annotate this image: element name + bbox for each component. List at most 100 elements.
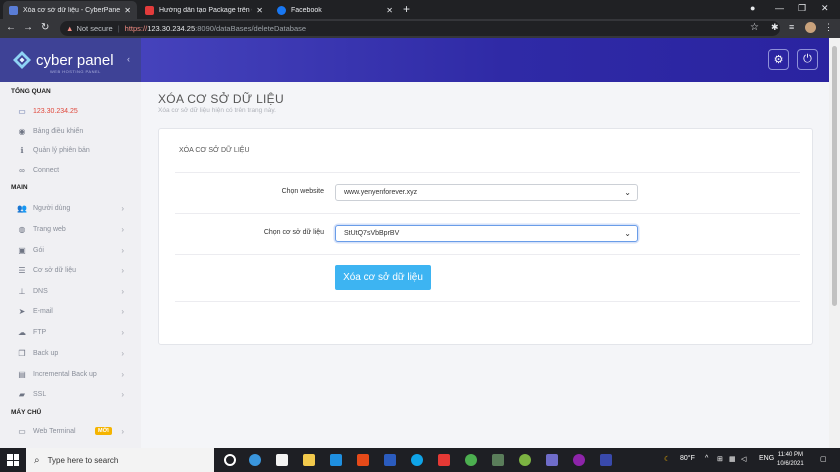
app-icon[interactable] xyxy=(600,454,612,466)
tray-chevron-icon[interactable]: ^ xyxy=(705,455,708,462)
word-icon[interactable] xyxy=(384,454,396,466)
app-icon[interactable] xyxy=(546,454,558,466)
website-label: Chọn website xyxy=(281,188,324,195)
tab-cyberpanel[interactable]: Xóa cơ sở dữ liệu - CyberPanel ✕ xyxy=(3,1,137,19)
sidebar-item-ssl[interactable]: ▰ SSL › xyxy=(17,387,132,401)
sidebar-item-ip[interactable]: ▭ 123.30.234.25 xyxy=(17,104,132,118)
sidebar-item-label: Người dùng xyxy=(33,204,71,212)
sidebar-item-connect[interactable]: ∞ Connect xyxy=(17,163,132,177)
close-tab-icon[interactable]: ✕ xyxy=(256,6,263,15)
reading-list-icon[interactable]: ≡ xyxy=(789,22,794,32)
delete-database-card: XÓA CƠ SỞ DỮ LIỆU Chọn website www.yenye… xyxy=(158,128,813,345)
record-icon[interactable]: ● xyxy=(750,3,755,13)
sidebar-item-label: FTP xyxy=(33,328,47,336)
page-title: XÓA CƠ SỞ DỮ LIỆU xyxy=(158,92,284,106)
sidebar-item-dashboard[interactable]: ◉ Bảng điều khiển xyxy=(17,124,132,138)
website-select[interactable]: www.yenyenforever.xyz ⌄ xyxy=(335,184,638,201)
volume-icon[interactable]: ◁ xyxy=(741,455,746,463)
close-tab-icon[interactable]: ✕ xyxy=(124,6,131,15)
address-toolbar: ← → ↻ ▲ Not secure | https:// 123.30.234… xyxy=(0,19,840,38)
link-icon: ∞ xyxy=(19,165,25,175)
new-tab-icon[interactable]: + xyxy=(403,2,410,16)
card-title: XÓA CƠ SỞ DỮ LIỆU xyxy=(179,147,250,154)
page-subtitle: Xóa cơ sở dữ liệu hiện có trên trang này… xyxy=(158,107,276,114)
globe-icon: ◍ xyxy=(18,224,26,234)
app-icon[interactable] xyxy=(519,454,531,466)
sidebar-item-version[interactable]: ℹ Quản lý phiên bản xyxy=(17,143,132,157)
chevron-down-icon: ⌄ xyxy=(624,188,631,197)
skype-icon[interactable] xyxy=(411,454,423,466)
tab-package-guide[interactable]: Hướng dẫn tạo Package trên Cy ✕ xyxy=(139,1,269,19)
chevron-right-icon: › xyxy=(121,203,124,213)
settings-gear-button[interactable]: ⚙ xyxy=(768,49,789,70)
back-icon[interactable]: ← xyxy=(6,22,16,33)
sidebar-item-label: Trang web xyxy=(33,225,66,233)
power-icon: ⏻ xyxy=(803,53,812,65)
cortana-icon[interactable] xyxy=(224,454,236,466)
sidebar-item-incremental-backup[interactable]: ▤ Incremental Back up › xyxy=(17,367,132,381)
extensions-icon[interactable]: ✱ xyxy=(771,22,779,33)
database-select[interactable]: StUtQ7sVbBprBV ⌄ xyxy=(335,225,638,242)
delete-database-button[interactable]: Xóa cơ sở dữ liệu xyxy=(335,265,431,290)
sidebar-item-label: Cơ sở dữ liệu xyxy=(33,266,77,274)
app-icon[interactable] xyxy=(438,454,450,466)
chevron-right-icon: › xyxy=(121,348,124,358)
cubes-icon: ▣ xyxy=(18,245,26,255)
close-tab-icon[interactable]: ✕ xyxy=(386,6,393,15)
sidebar-item-email[interactable]: ➤ E-mail › xyxy=(17,304,132,318)
weather-moon-icon[interactable]: ☾ xyxy=(664,455,670,463)
app-icon[interactable] xyxy=(492,454,504,466)
taskbar-clock[interactable]: 11:40 PM 10/6/2021 xyxy=(777,451,804,469)
notifications-icon[interactable]: ▢ xyxy=(820,455,827,463)
language-indicator[interactable]: ENG xyxy=(759,455,774,462)
file-explorer-icon[interactable] xyxy=(303,454,315,466)
edge-icon[interactable] xyxy=(249,454,261,466)
logout-power-button[interactable]: ⏻ xyxy=(797,49,818,70)
close-window-icon[interactable]: ✕ xyxy=(821,3,829,14)
sidebar-item-backup[interactable]: ❐ Back up › xyxy=(17,346,132,360)
sidebar-item-label: Quản lý phiên bản xyxy=(33,146,90,154)
windows-taskbar: ⌕ Type here to search ☾ 80°F ^ ⊞ ▦ ◁ ENG… xyxy=(0,448,840,472)
network-icon[interactable]: ▦ xyxy=(729,455,736,463)
chevron-right-icon: › xyxy=(121,426,124,436)
mail-icon[interactable] xyxy=(330,454,342,466)
minimize-icon[interactable]: — xyxy=(775,3,784,13)
chevron-right-icon: › xyxy=(121,265,124,275)
taskbar-search-box[interactable]: ⌕ Type here to search xyxy=(26,448,214,472)
tab-facebook[interactable]: Facebook ✕ xyxy=(271,1,399,19)
store-icon[interactable] xyxy=(276,454,288,466)
office-icon[interactable] xyxy=(357,454,369,466)
forward-icon[interactable]: → xyxy=(23,22,33,33)
chrome-icon[interactable] xyxy=(465,454,477,466)
facebook-favicon-icon xyxy=(277,5,286,15)
sidebar-item-packages[interactable]: ▣ Gói › xyxy=(17,243,132,257)
collapse-sidebar-icon[interactable]: ‹ xyxy=(127,54,130,64)
page-scrollbar[interactable] xyxy=(829,38,840,448)
sidebar-item-dns[interactable]: ⊥ DNS › xyxy=(17,284,132,298)
restore-icon[interactable]: ❐ xyxy=(798,3,806,14)
bookmark-star-icon[interactable]: ☆ xyxy=(750,22,759,33)
sidebar-item-ftp[interactable]: ☁ FTP › xyxy=(17,325,132,339)
sidebar-item-web-terminal[interactable]: ▭ Web Terminal MỚI › xyxy=(17,424,132,438)
tray-apps-icon[interactable]: ⊞ xyxy=(717,455,723,463)
database-label: Chọn cơ sở dữ liệu xyxy=(263,229,324,236)
reload-icon[interactable]: ↻ xyxy=(41,22,49,33)
url-bar[interactable]: ▲ Not secure | https:// 123.30.234.25 :8… xyxy=(60,21,780,36)
clock-time: 11:40 PM xyxy=(777,452,803,458)
sidebar-item-databases[interactable]: ☰ Cơ sở dữ liệu › xyxy=(17,263,132,277)
new-badge: MỚI xyxy=(95,427,112,435)
sidebar-item-users[interactable]: 👥 Người dùng › xyxy=(17,201,132,215)
windows-start-icon[interactable] xyxy=(7,454,19,466)
menu-kebab-icon[interactable]: ⋮ xyxy=(824,22,833,33)
weather-temp[interactable]: 80°F xyxy=(680,455,695,462)
divider xyxy=(175,301,800,302)
scrollbar-thumb[interactable] xyxy=(832,46,837,306)
terminal-icon: ▭ xyxy=(18,426,26,436)
app-icon[interactable] xyxy=(573,454,585,466)
dashboard-icon: ◉ xyxy=(18,126,26,136)
sidebar-item-websites[interactable]: ◍ Trang web › xyxy=(17,222,132,236)
sidebar-item-label: Connect xyxy=(33,166,60,174)
chevron-right-icon: › xyxy=(121,369,124,379)
profile-avatar[interactable] xyxy=(805,22,816,33)
sidebar-item-label: E-mail xyxy=(33,307,53,315)
